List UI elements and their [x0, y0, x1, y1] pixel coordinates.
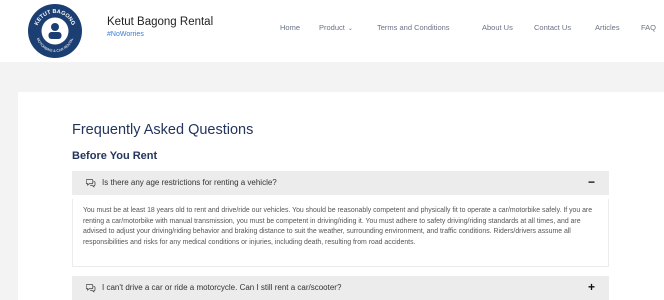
faq-question-text: I can't drive a car or ride a motorcycle…: [102, 283, 342, 292]
section-title: Before You Rent: [72, 150, 158, 162]
nav-product-label: Product: [319, 23, 345, 32]
nav-contact[interactable]: Contact Us: [534, 23, 571, 32]
site-header: KETUT BAGONG MOTORBIKE & CAR RENTAL Ketu…: [0, 0, 664, 62]
speech-bubbles-icon: [86, 284, 96, 293]
collapse-icon[interactable]: −: [588, 175, 595, 189]
faq-answer-1: You must be at least 18 years old to ren…: [72, 199, 609, 267]
brand-logo[interactable]: KETUT BAGONG MOTORBIKE & CAR RENTAL: [28, 4, 82, 58]
nav-home[interactable]: Home: [280, 23, 300, 32]
nav-product[interactable]: Product ⌄: [319, 23, 353, 32]
brand-tagline: #NoWorries: [107, 31, 144, 38]
page-title: Frequently Asked Questions: [72, 122, 254, 138]
chevron-down-icon: ⌄: [347, 26, 353, 32]
speech-bubbles-icon: [86, 179, 96, 188]
nav-about[interactable]: About Us: [482, 23, 513, 32]
expand-icon[interactable]: +: [588, 280, 595, 294]
faq-question-1[interactable]: Is there any age restrictions for rentin…: [72, 171, 609, 195]
faq-question-text: Is there any age restrictions for rentin…: [102, 178, 277, 187]
faq-question-2[interactable]: I can't drive a car or ride a motorcycle…: [72, 276, 609, 300]
brand-name[interactable]: Ketut Bagong Rental: [107, 16, 213, 28]
nav-faq[interactable]: FAQ: [641, 23, 656, 32]
nav-articles[interactable]: Articles: [595, 23, 620, 32]
nav-terms[interactable]: Terms and Conditions: [377, 23, 450, 32]
